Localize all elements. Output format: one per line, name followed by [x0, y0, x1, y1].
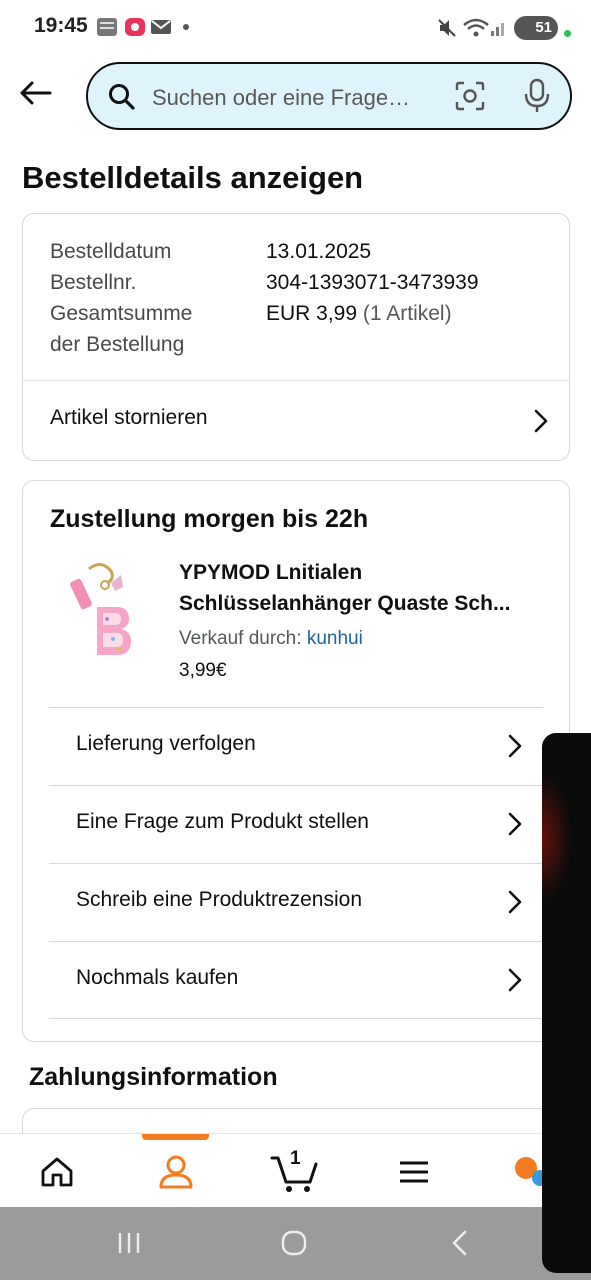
wifi-icon	[463, 18, 489, 37]
edge-panel-glow	[542, 773, 572, 903]
system-nav-bar	[0, 1207, 591, 1280]
status-bar: 19:45 51	[0, 0, 591, 56]
track-delivery-row[interactable]: Lieferung verfolgen	[49, 707, 543, 785]
bottom-nav: 1	[0, 1133, 591, 1207]
page-title: Bestelldetails anzeigen	[22, 160, 364, 195]
system-back-icon[interactable]	[448, 1229, 470, 1257]
product-title-line-2: Schlüsselanhänger Quaste Sch...	[179, 592, 511, 615]
write-review-row[interactable]: Schreib eine Produktrezension	[49, 863, 543, 941]
signal-icon	[491, 23, 504, 36]
search-placeholder: Suchen oder eine Frage…	[152, 85, 411, 110]
arrow-left-icon	[20, 81, 52, 105]
order-number-value: 304-1393071-3473939	[266, 271, 479, 294]
cart-button[interactable]: 1	[270, 1148, 320, 1194]
order-total-items: (1 Artikel)	[362, 302, 452, 325]
product-image[interactable]	[61, 561, 141, 661]
camera-scan-icon[interactable]	[454, 80, 486, 112]
product-title-line-1: YPYMOD Lnitialen	[179, 561, 363, 584]
status-time: 19:45	[34, 14, 88, 37]
order-number-label: Bestellnr.	[50, 271, 137, 294]
account-icon[interactable]	[158, 1154, 194, 1190]
payment-info-title: Zahlungsinformation	[29, 1063, 278, 1091]
seller-label: Verkauf durch:	[179, 628, 302, 649]
track-delivery-label: Lieferung verfolgen	[76, 732, 256, 755]
buy-again-row[interactable]: Nochmals kaufen	[49, 941, 543, 1019]
mail-icon	[151, 20, 171, 34]
back-button[interactable]	[14, 72, 56, 114]
dot-icon	[183, 24, 189, 30]
battery-icon: 51	[514, 16, 558, 40]
cancel-items-row[interactable]: Artikel stornieren	[23, 381, 569, 461]
privacy-indicator	[564, 30, 571, 37]
rufus-assistant-icon[interactable]	[512, 1154, 546, 1188]
ask-question-label: Eine Frage zum Produkt stellen	[76, 810, 369, 833]
news-icon	[97, 18, 117, 36]
seller-info: Verkauf durch: kunhui	[179, 628, 363, 650]
floating-edge-panel[interactable]	[542, 733, 591, 1273]
order-total-label-1: Gesamtsumme	[50, 302, 193, 325]
order-total-label-2: der Bestellung	[50, 333, 185, 356]
recent-apps-icon[interactable]	[116, 1229, 142, 1257]
product-price: 3,99€	[179, 660, 227, 681]
write-review-label: Schreib eine Produktrezension	[76, 888, 363, 911]
cancel-items-label: Artikel stornieren	[50, 406, 208, 429]
active-tab-indicator	[142, 1134, 209, 1140]
search-icon	[109, 84, 135, 110]
shipment-card: Zustellung morgen bis 22h YPYMOD Lnitial…	[22, 480, 570, 1042]
menu-icon[interactable]	[398, 1160, 430, 1184]
seller-link[interactable]: kunhui	[307, 628, 363, 649]
buy-again-label: Nochmals kaufen	[76, 966, 239, 989]
chevron-right-icon	[534, 409, 548, 433]
home-circle-icon[interactable]	[280, 1229, 308, 1257]
microphone-icon[interactable]	[524, 78, 550, 114]
chevron-right-icon	[508, 968, 522, 992]
order-total-value-wrap: EUR 3,99 (1 Artikel)	[266, 298, 452, 329]
chevron-right-icon	[508, 890, 522, 914]
ask-question-row[interactable]: Eine Frage zum Produkt stellen	[49, 785, 543, 863]
home-icon[interactable]	[40, 1156, 74, 1188]
order-date-value: 13.01.2025	[266, 240, 372, 263]
video-app-icon	[125, 18, 145, 36]
order-total-value: EUR 3,99	[266, 302, 358, 325]
chevron-right-icon	[508, 812, 522, 836]
mute-icon	[438, 19, 456, 37]
product-title[interactable]: YPYMOD Lnitialen Schlüsselanhänger Quast…	[179, 557, 541, 619]
battery-level: 51	[535, 19, 552, 36]
order-summary-card: Bestelldatum 13.01.2025 Bestellnr. 304-1…	[22, 213, 570, 461]
cart-count: 1	[290, 1148, 301, 1169]
chevron-right-icon	[508, 734, 522, 758]
search-input[interactable]: Suchen oder eine Frage…	[86, 62, 572, 130]
delivery-title: Zustellung morgen bis 22h	[50, 505, 369, 533]
order-date-label: Bestelldatum	[50, 240, 172, 263]
